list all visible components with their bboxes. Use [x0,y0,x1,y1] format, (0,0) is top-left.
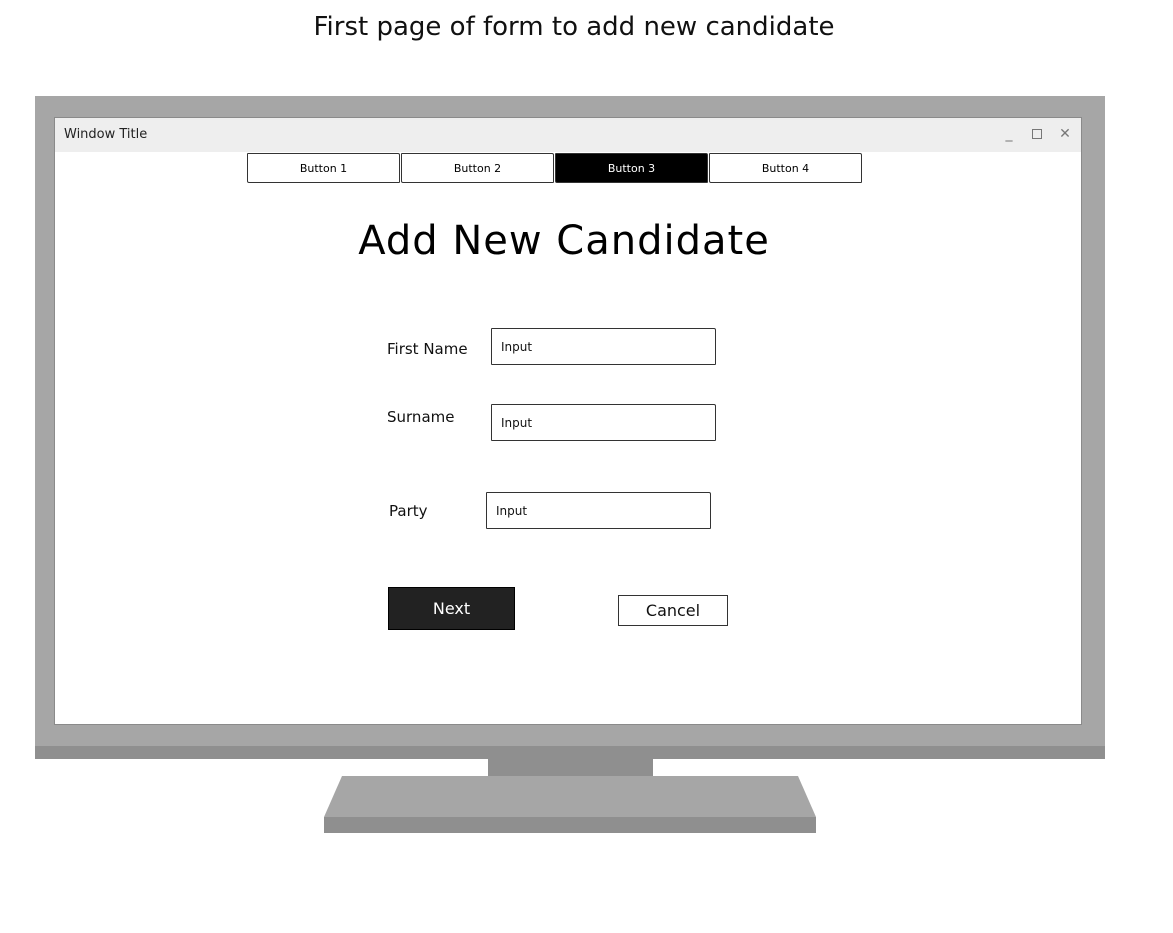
party-label: Party [389,502,428,520]
monitor-stand [324,776,816,833]
window-title: Window Title [64,127,148,142]
surname-label: Surname [387,408,455,426]
party-input[interactable] [486,492,711,529]
maximize-icon [1032,129,1042,139]
first-name-label: First Name [387,340,468,358]
button-bar-item-3[interactable]: Button 3 [555,153,708,183]
app-window: Window Title _ ✕ Button 1 Button 2 Butto… [54,117,1082,725]
close-button[interactable]: ✕ [1057,126,1073,142]
next-button[interactable]: Next [388,587,515,630]
form-heading: Add New Candidate [358,218,770,264]
cancel-button[interactable]: Cancel [618,595,728,626]
button-bar-item-1[interactable]: Button 1 [247,153,400,183]
maximize-button[interactable] [1029,126,1045,142]
button-bar-item-2[interactable]: Button 2 [401,153,554,183]
surname-input[interactable] [491,404,716,441]
minimize-button[interactable]: _ [1001,126,1017,142]
first-name-input[interactable] [491,328,716,365]
title-bar: Window Title _ ✕ [55,118,1081,152]
page-caption: First page of form to add new candidate [313,12,835,42]
button-bar-item-4[interactable]: Button 4 [709,153,862,183]
monitor-chin [35,746,1105,759]
button-bar: Button 1 Button 2 Button 3 Button 4 [247,153,863,184]
